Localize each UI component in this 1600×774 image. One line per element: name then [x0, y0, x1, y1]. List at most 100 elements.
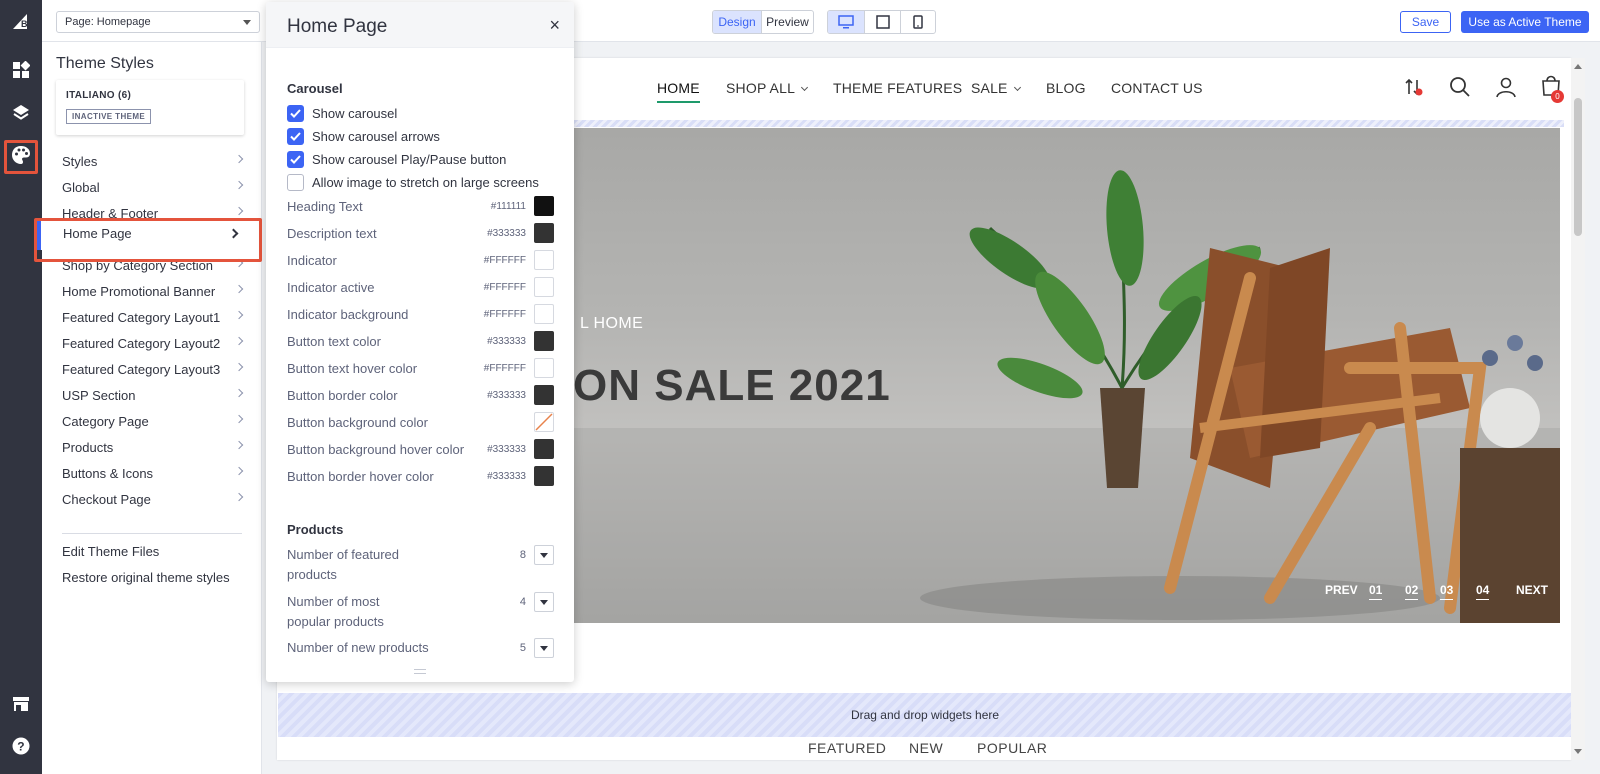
store-nav-theme-features[interactable]: THEME FEATURES: [833, 80, 962, 96]
store-nav-shop-all[interactable]: SHOP ALL: [726, 80, 809, 96]
color-swatch[interactable]: [534, 439, 554, 459]
sidebar-item-products[interactable]: Products: [62, 436, 244, 458]
close-icon[interactable]: ×: [549, 16, 560, 34]
setting-label: Number of featured products: [287, 547, 400, 582]
sidebar-item-home-promotional-banner[interactable]: Home Promotional Banner: [62, 280, 244, 302]
color-swatch[interactable]: [534, 196, 554, 216]
chevron-right-icon: [234, 388, 244, 398]
tab-preview[interactable]: Preview: [761, 11, 813, 33]
preview-scrollbar[interactable]: [1571, 58, 1585, 760]
color-hex: #333333: [487, 471, 526, 482]
chevron-right-icon: [234, 466, 244, 476]
scroll-up-icon[interactable]: [1574, 64, 1582, 69]
save-button[interactable]: Save: [1400, 11, 1451, 33]
checkbox-unchecked-icon: [287, 173, 304, 191]
color-label: Heading Text: [287, 199, 363, 214]
carousel-dot-02[interactable]: 02: [1405, 583, 1419, 600]
use-as-active-theme-button[interactable]: Use as Active Theme: [1461, 11, 1589, 33]
chevron-right-icon: [234, 440, 244, 450]
show-carousel-arrows-checkbox[interactable]: Show carousel arrows: [287, 127, 440, 145]
tab-design[interactable]: Design: [713, 11, 761, 33]
tablet-view-button[interactable]: [864, 11, 900, 33]
mobile-view-button[interactable]: [900, 11, 935, 33]
sidebar-item-featured-category-layout1[interactable]: Featured Category Layout1: [62, 306, 244, 328]
carousel-dot-03[interactable]: 03: [1440, 583, 1454, 600]
layers-icon[interactable]: [5, 97, 37, 129]
cart-count-badge: 0: [1551, 90, 1564, 103]
bigcommerce-logo-icon[interactable]: B: [5, 5, 37, 37]
show-carousel-checkbox[interactable]: Show carousel: [287, 104, 397, 122]
carousel-dot-04[interactable]: 04: [1476, 583, 1490, 600]
chevron-down-icon[interactable]: [534, 638, 554, 658]
sidebar-item-styles[interactable]: Styles: [62, 150, 244, 172]
sidebar-item-checkout-page[interactable]: Checkout Page: [62, 488, 244, 510]
sidebar-item-label: Category Page: [62, 413, 149, 429]
sidebar-item-usp-section[interactable]: USP Section: [62, 384, 244, 406]
store-nav-blog[interactable]: BLOG: [1046, 80, 1086, 96]
help-icon[interactable]: ?: [5, 730, 37, 762]
theme-card: ITALIANO (6) INACTIVE THEME: [56, 80, 244, 135]
account-icon[interactable]: [1495, 76, 1517, 101]
tab-featured[interactable]: FEATURED: [808, 740, 886, 756]
store-nav-contact-us[interactable]: CONTACT US: [1111, 80, 1203, 96]
color-setting-indicator: Indicator #FFFFFF: [287, 250, 554, 272]
transparent-swatch-icon[interactable]: [534, 412, 554, 432]
sidebar-item-global[interactable]: Global: [62, 176, 244, 198]
store-nav-sale[interactable]: SALE: [971, 80, 1021, 96]
store-nav-home[interactable]: HOME: [657, 80, 700, 103]
chevron-right-icon: [234, 206, 244, 216]
color-swatch[interactable]: [534, 331, 554, 351]
color-swatch[interactable]: [534, 277, 554, 297]
color-swatch[interactable]: [534, 466, 554, 486]
carousel-prev-button[interactable]: PREV: [1325, 583, 1358, 597]
checkbox-label: Show carousel Play/Pause button: [312, 151, 507, 167]
edit-theme-files-link[interactable]: Edit Theme Files: [62, 544, 159, 559]
chevron-down-icon[interactable]: [534, 545, 554, 565]
setting-value: 8: [519, 549, 526, 561]
checkbox-label: Allow image to stretch on large screens: [312, 174, 539, 190]
desktop-view-button[interactable]: [828, 11, 864, 33]
color-swatch[interactable]: [534, 223, 554, 243]
chevron-down-icon: [801, 83, 809, 92]
color-swatch[interactable]: [534, 250, 554, 270]
color-swatch[interactable]: [534, 304, 554, 324]
sidebar-item-category-page[interactable]: Category Page: [62, 410, 244, 432]
carousel-dot-01[interactable]: 01: [1369, 583, 1383, 600]
scrollbar-thumb[interactable]: [1574, 98, 1582, 236]
show-play-pause-checkbox[interactable]: Show carousel Play/Pause button: [287, 150, 506, 168]
chevron-down-icon[interactable]: [534, 592, 554, 612]
color-swatch[interactable]: [534, 358, 554, 378]
scroll-down-icon[interactable]: [1574, 749, 1582, 754]
chevron-right-icon: [234, 414, 244, 424]
sidebar-item-featured-category-layout3[interactable]: Featured Category Layout3: [62, 358, 244, 380]
chevron-right-icon: [234, 284, 244, 294]
sidebar-item-home-page[interactable]: Home Page: [37, 218, 257, 250]
restore-theme-styles-link[interactable]: Restore original theme styles: [62, 570, 230, 585]
chevron-right-icon: [234, 362, 244, 372]
setting-label: Number of most popular products: [287, 594, 384, 629]
palette-icon[interactable]: [5, 139, 37, 171]
color-swatch[interactable]: [534, 385, 554, 405]
search-icon[interactable]: [1449, 76, 1471, 101]
sidebar-item-label: Shop by Category Section: [62, 257, 214, 273]
color-label: Button text color: [287, 334, 381, 349]
page-select[interactable]: Page: Homepage: [56, 11, 260, 33]
color-hex: #333333: [487, 228, 526, 239]
dashboard-icon[interactable]: [5, 54, 37, 86]
carousel-next-button[interactable]: NEXT: [1516, 583, 1548, 597]
color-setting-description-text: Description text #333333: [287, 223, 554, 245]
widget-dropzone[interactable]: Drag and drop widgets here: [278, 693, 1572, 737]
storefront-icon[interactable]: [5, 688, 37, 720]
tab-popular[interactable]: POPULAR: [977, 740, 1047, 756]
sidebar-item-buttons-icons[interactable]: Buttons & Icons: [62, 462, 244, 484]
compare-icon[interactable]: [1403, 76, 1425, 101]
desktop-icon: [838, 15, 854, 29]
tab-new[interactable]: NEW: [909, 740, 943, 756]
cart-icon[interactable]: 0: [1539, 73, 1565, 103]
sidebar-item-featured-category-layout2[interactable]: Featured Category Layout2: [62, 332, 244, 354]
stretch-image-checkbox[interactable]: Allow image to stretch on large screens: [287, 173, 539, 191]
chevron-right-icon: [234, 258, 244, 268]
resize-grip-icon[interactable]: [414, 669, 426, 674]
sidebar-item-shop-by-category[interactable]: Shop by Category Section: [62, 254, 244, 276]
carousel-section-title: Carousel: [287, 81, 343, 96]
